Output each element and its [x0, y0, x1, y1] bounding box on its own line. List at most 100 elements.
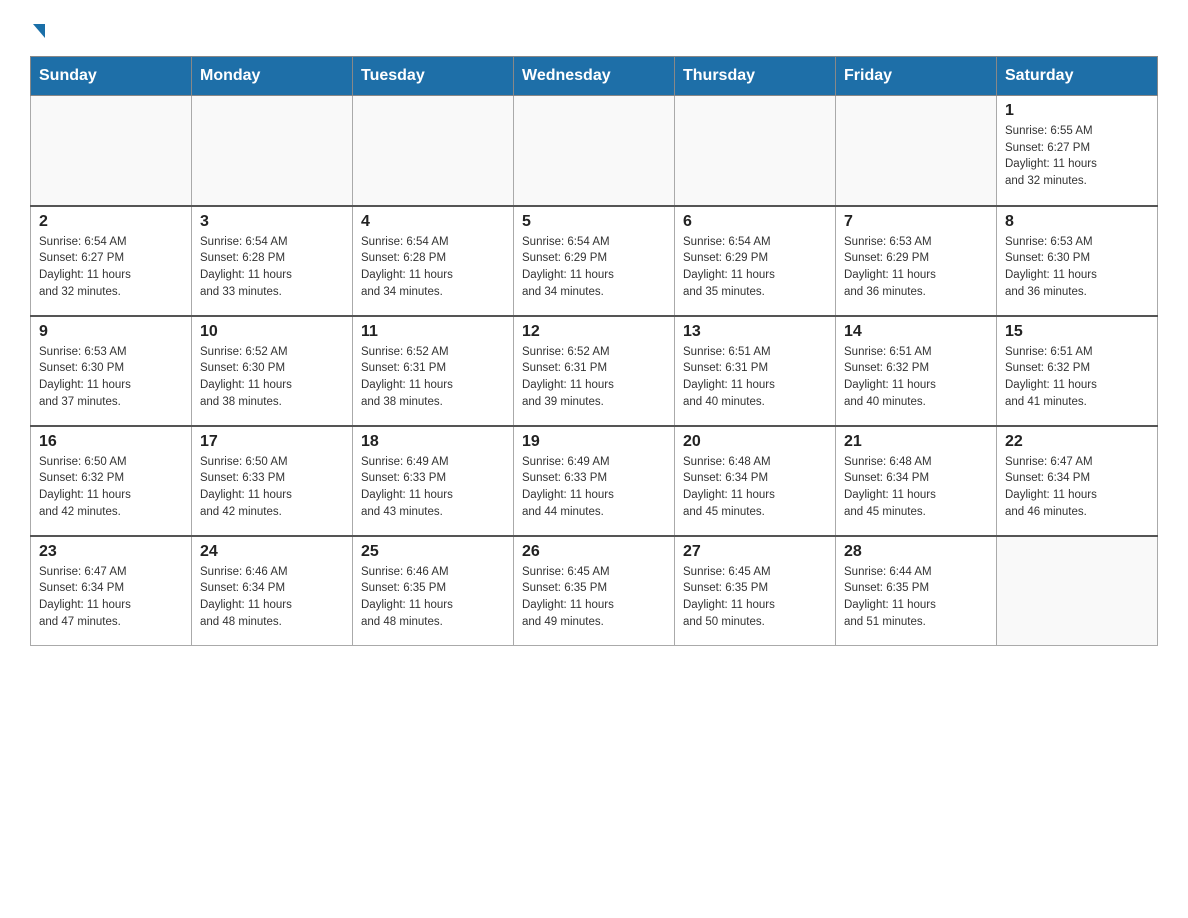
calendar-cell: 14Sunrise: 6:51 AMSunset: 6:32 PMDayligh… — [836, 316, 997, 426]
logo-arrow-icon — [33, 24, 45, 38]
calendar-cell: 16 Sunrise: 6:50 AMSunset: 6:32 PMDayligh… — [31, 426, 192, 536]
calendar-cell: 7 Sunrise: 6:53 AMSunset: 6:29 PMDaylight… — [836, 206, 997, 316]
calendar-cell: 11 Sunrise: 6:52 AMSunset: 6:31 PMDayligh… — [353, 316, 514, 426]
day-number: 10 — [200, 323, 344, 341]
weekday-header: Sunday — [31, 57, 192, 96]
day-info: Sunrise: 6:52 AMSunset: 6:31 PMDaylight:… — [361, 344, 505, 411]
calendar-table: SundayMondayTuesdayWednesdayThursdayFrid… — [30, 56, 1158, 646]
calendar-cell: 23 Sunrise: 6:47 AMSunset: 6:34 PMDayligh… — [31, 536, 192, 646]
day-info: Sunrise: 6:48 AMSunset: 6:34 PMDaylight:… — [683, 454, 827, 521]
day-number: 19 — [522, 433, 666, 451]
weekday-header: Tuesday — [353, 57, 514, 96]
calendar-cell — [514, 96, 675, 206]
day-number: 25 — [361, 543, 505, 561]
day-number: 17 — [200, 433, 344, 451]
calendar-cell — [836, 96, 997, 206]
calendar-cell: 28Sunrise: 6:44 AMSunset: 6:35 PMDayligh… — [836, 536, 997, 646]
day-info: Sunrise: 6:48 AMSunset: 6:34 PMDaylight:… — [844, 454, 988, 521]
calendar-cell: 5 Sunrise: 6:54 AMSunset: 6:29 PMDaylight… — [514, 206, 675, 316]
day-number: 22 — [1005, 433, 1149, 451]
calendar-cell: 3 Sunrise: 6:54 AMSunset: 6:28 PMDaylight… — [192, 206, 353, 316]
day-number: 7 — [844, 213, 988, 231]
day-info: Sunrise: 6:55 AMSunset: 6:27 PMDaylight:… — [1005, 123, 1149, 190]
calendar-cell: 17Sunrise: 6:50 AMSunset: 6:33 PMDayligh… — [192, 426, 353, 536]
calendar-cell: 12 Sunrise: 6:52 AMSunset: 6:31 PMDayligh… — [514, 316, 675, 426]
day-number: 5 — [522, 213, 666, 231]
day-number: 9 — [39, 323, 183, 341]
weekday-header: Monday — [192, 57, 353, 96]
day-info: Sunrise: 6:47 AMSunset: 6:34 PMDaylight:… — [39, 564, 183, 631]
day-info: Sunrise: 6:54 AMSunset: 6:29 PMDaylight:… — [683, 234, 827, 301]
day-number: 27 — [683, 543, 827, 561]
day-number: 4 — [361, 213, 505, 231]
day-info: Sunrise: 6:51 AMSunset: 6:32 PMDaylight:… — [1005, 344, 1149, 411]
day-number: 18 — [361, 433, 505, 451]
calendar-cell: 2 Sunrise: 6:54 AMSunset: 6:27 PMDaylight… — [31, 206, 192, 316]
day-info: Sunrise: 6:51 AMSunset: 6:32 PMDaylight:… — [844, 344, 988, 411]
calendar-cell: 4 Sunrise: 6:54 AMSunset: 6:28 PMDaylight… — [353, 206, 514, 316]
logo — [30, 20, 45, 38]
day-info: Sunrise: 6:47 AMSunset: 6:34 PMDaylight:… — [1005, 454, 1149, 521]
weekday-header: Wednesday — [514, 57, 675, 96]
day-info: Sunrise: 6:54 AMSunset: 6:28 PMDaylight:… — [200, 234, 344, 301]
calendar-cell: 13Sunrise: 6:51 AMSunset: 6:31 PMDayligh… — [675, 316, 836, 426]
calendar-week-row: 16 Sunrise: 6:50 AMSunset: 6:32 PMDayligh… — [31, 426, 1158, 536]
day-number: 26 — [522, 543, 666, 561]
calendar-cell: 27 Sunrise: 6:45 AMSunset: 6:35 PMDayligh… — [675, 536, 836, 646]
weekday-header: Friday — [836, 57, 997, 96]
day-number: 2 — [39, 213, 183, 231]
day-info: Sunrise: 6:50 AMSunset: 6:32 PMDaylight:… — [39, 454, 183, 521]
day-number: 24 — [200, 543, 344, 561]
calendar-cell — [31, 96, 192, 206]
calendar-week-row: 1 Sunrise: 6:55 AMSunset: 6:27 PMDaylight… — [31, 96, 1158, 206]
calendar-cell: 25 Sunrise: 6:46 AMSunset: 6:35 PMDayligh… — [353, 536, 514, 646]
calendar-cell: 6 Sunrise: 6:54 AMSunset: 6:29 PMDaylight… — [675, 206, 836, 316]
calendar-cell: 18Sunrise: 6:49 AMSunset: 6:33 PMDayligh… — [353, 426, 514, 536]
calendar-cell: 10 Sunrise: 6:52 AMSunset: 6:30 PMDayligh… — [192, 316, 353, 426]
calendar-cell — [675, 96, 836, 206]
day-info: Sunrise: 6:54 AMSunset: 6:28 PMDaylight:… — [361, 234, 505, 301]
day-number: 23 — [39, 543, 183, 561]
day-number: 28 — [844, 543, 988, 561]
day-number: 16 — [39, 433, 183, 451]
weekday-header: Saturday — [997, 57, 1158, 96]
calendar-week-row: 2 Sunrise: 6:54 AMSunset: 6:27 PMDaylight… — [31, 206, 1158, 316]
day-number: 15 — [1005, 323, 1149, 341]
day-info: Sunrise: 6:45 AMSunset: 6:35 PMDaylight:… — [522, 564, 666, 631]
calendar-cell: 22 Sunrise: 6:47 AMSunset: 6:34 PMDayligh… — [997, 426, 1158, 536]
day-number: 1 — [1005, 102, 1149, 120]
calendar-cell: 19 Sunrise: 6:49 AMSunset: 6:33 PMDayligh… — [514, 426, 675, 536]
day-number: 20 — [683, 433, 827, 451]
day-info: Sunrise: 6:52 AMSunset: 6:31 PMDaylight:… — [522, 344, 666, 411]
day-number: 21 — [844, 433, 988, 451]
day-info: Sunrise: 6:54 AMSunset: 6:27 PMDaylight:… — [39, 234, 183, 301]
day-number: 3 — [200, 213, 344, 231]
day-number: 12 — [522, 323, 666, 341]
day-info: Sunrise: 6:54 AMSunset: 6:29 PMDaylight:… — [522, 234, 666, 301]
calendar-week-row: 9 Sunrise: 6:53 AMSunset: 6:30 PMDaylight… — [31, 316, 1158, 426]
calendar-header-row: SundayMondayTuesdayWednesdayThursdayFrid… — [31, 57, 1158, 96]
day-info: Sunrise: 6:52 AMSunset: 6:30 PMDaylight:… — [200, 344, 344, 411]
day-info: Sunrise: 6:46 AMSunset: 6:35 PMDaylight:… — [361, 564, 505, 631]
day-info: Sunrise: 6:53 AMSunset: 6:30 PMDaylight:… — [39, 344, 183, 411]
day-info: Sunrise: 6:49 AMSunset: 6:33 PMDaylight:… — [522, 454, 666, 521]
page-header — [30, 20, 1158, 38]
calendar-cell — [192, 96, 353, 206]
day-number: 6 — [683, 213, 827, 231]
calendar-cell: 15 Sunrise: 6:51 AMSunset: 6:32 PMDayligh… — [997, 316, 1158, 426]
day-info: Sunrise: 6:53 AMSunset: 6:30 PMDaylight:… — [1005, 234, 1149, 301]
calendar-cell: 24 Sunrise: 6:46 AMSunset: 6:34 PMDayligh… — [192, 536, 353, 646]
calendar-cell: 26 Sunrise: 6:45 AMSunset: 6:35 PMDayligh… — [514, 536, 675, 646]
calendar-cell: 8 Sunrise: 6:53 AMSunset: 6:30 PMDaylight… — [997, 206, 1158, 316]
day-number: 11 — [361, 323, 505, 341]
day-number: 13 — [683, 323, 827, 341]
calendar-cell — [997, 536, 1158, 646]
calendar-cell: 1 Sunrise: 6:55 AMSunset: 6:27 PMDaylight… — [997, 96, 1158, 206]
calendar-cell: 9 Sunrise: 6:53 AMSunset: 6:30 PMDaylight… — [31, 316, 192, 426]
day-info: Sunrise: 6:45 AMSunset: 6:35 PMDaylight:… — [683, 564, 827, 631]
calendar-week-row: 23 Sunrise: 6:47 AMSunset: 6:34 PMDayligh… — [31, 536, 1158, 646]
calendar-cell: 20 Sunrise: 6:48 AMSunset: 6:34 PMDayligh… — [675, 426, 836, 536]
day-info: Sunrise: 6:53 AMSunset: 6:29 PMDaylight:… — [844, 234, 988, 301]
day-number: 8 — [1005, 213, 1149, 231]
day-info: Sunrise: 6:46 AMSunset: 6:34 PMDaylight:… — [200, 564, 344, 631]
